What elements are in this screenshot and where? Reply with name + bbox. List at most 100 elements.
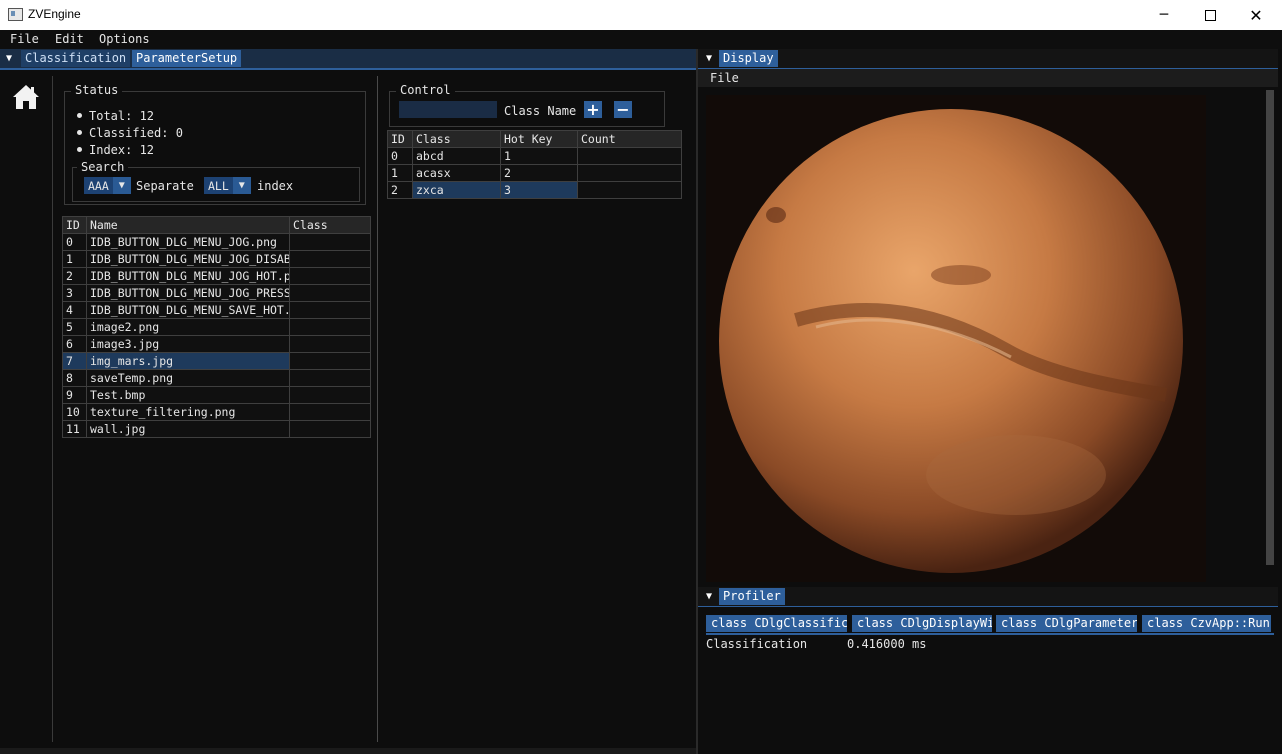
left-column-divider: [52, 76, 53, 742]
cell-class: [289, 250, 371, 268]
maximize-button[interactable]: [1187, 0, 1233, 30]
menu-options[interactable]: Options: [99, 32, 150, 46]
tab-classification[interactable]: Classification: [21, 50, 131, 67]
cell-id: 6: [62, 335, 87, 353]
plus-icon: +: [586, 100, 600, 119]
minimize-button[interactable]: ─: [1141, 0, 1187, 30]
status-classified: Classified: 0: [89, 126, 183, 140]
cell-id: 4: [62, 301, 87, 319]
profiler-tab-parameter[interactable]: class CDlgParameterSetup: [996, 615, 1137, 632]
menu-edit[interactable]: Edit: [55, 32, 84, 46]
table-row[interactable]: 5 image2.png: [62, 318, 371, 336]
table-row[interactable]: 8 saveTemp.png: [62, 369, 371, 387]
bullet: [77, 130, 82, 135]
index-label: index: [257, 179, 294, 193]
menu-file[interactable]: File: [10, 32, 39, 46]
table-row[interactable]: 1 acasx 2: [387, 164, 682, 182]
cell-class: [289, 403, 371, 421]
home-icon[interactable]: [11, 83, 41, 111]
cell-id: 8: [62, 369, 87, 387]
chevron-down-icon: ▼: [112, 177, 131, 194]
add-class-button[interactable]: +: [584, 100, 602, 119]
table-row[interactable]: 9 Test.bmp: [62, 386, 371, 404]
table-row[interactable]: 4 IDB_BUTTON_DLG_MENU_SAVE_HOT.png: [62, 301, 371, 319]
profiler-tabbar: ▼ Profiler: [698, 587, 1278, 607]
tab-parameter-setup[interactable]: ParameterSetup: [132, 50, 242, 67]
class-name-input[interactable]: [399, 101, 497, 118]
profiler-tab-app-run[interactable]: class CzvApp::Run: [1142, 615, 1271, 632]
table-header-row: ID Class Hot Key Count: [387, 130, 682, 148]
column-header-class[interactable]: Class: [412, 130, 501, 148]
column-header-hotkey[interactable]: Hot Key: [500, 130, 578, 148]
app-icon: [8, 8, 23, 21]
cell-name: Test.bmp: [86, 386, 290, 404]
close-button[interactable]: ✕: [1233, 0, 1279, 30]
profiler-tab-display[interactable]: class CDlgDisplayWindow: [852, 615, 992, 632]
cell-name: IDB_BUTTON_DLG_MENU_JOG.png: [86, 233, 290, 251]
cell-class: [289, 369, 371, 387]
cell-class: [289, 284, 371, 302]
column-header-count[interactable]: Count: [577, 130, 682, 148]
cell-name: wall.jpg: [86, 420, 290, 438]
left-tabbar: ▼ Classification ParameterSetup: [0, 49, 696, 70]
remove-class-button[interactable]: −: [614, 100, 632, 119]
table-row[interactable]: 11 wall.jpg: [62, 420, 371, 438]
cell-id: 0: [387, 147, 413, 165]
chevron-down-icon: ▼: [232, 177, 251, 194]
minimize-icon: ─: [1159, 7, 1169, 23]
cell-id: 3: [62, 284, 87, 302]
cell-name: saveTemp.png: [86, 369, 290, 387]
cell-class: zxca: [412, 181, 501, 199]
cell-name: image2.png: [86, 318, 290, 336]
search-combo-2[interactable]: ALL ▼: [204, 177, 251, 194]
collapse-arrow-icon[interactable]: ▼: [3, 49, 15, 68]
table-row[interactable]: 0 abcd 1: [387, 147, 682, 165]
cell-id: 1: [62, 250, 87, 268]
bottom-bar: [0, 748, 696, 754]
table-row[interactable]: 0 IDB_BUTTON_DLG_MENU_JOG.png: [62, 233, 371, 251]
status-index: Index: 12: [89, 143, 155, 157]
class-table: ID Class Hot Key Count 0 abcd 1 1 acasx 2 2z…: [387, 130, 682, 199]
search-combo-1[interactable]: AAA ▼: [84, 177, 131, 194]
tab-profiler[interactable]: Profiler: [719, 588, 785, 605]
cell-name: texture_filtering.png: [86, 403, 290, 421]
table-row[interactable]: 6 image3.jpg: [62, 335, 371, 353]
mars-image: [706, 95, 1206, 582]
status-title: Status: [71, 83, 123, 97]
column-header-id[interactable]: ID: [387, 130, 413, 148]
profiler-tab-classification[interactable]: class CDlgClassification: [706, 615, 847, 632]
cell-name: IDB_BUTTON_DLG_MENU_SAVE_HOT.png: [86, 301, 290, 319]
table-row-selected[interactable]: 2 zxca 3: [387, 181, 682, 199]
table-row[interactable]: 10 texture_filtering.png: [62, 403, 371, 421]
column-header-class[interactable]: Class: [289, 216, 371, 234]
cell-id: 10: [62, 403, 87, 421]
table-row-selected[interactable]: 7 img_mars.jpg: [62, 352, 371, 370]
display-menu-file[interactable]: File: [710, 71, 739, 85]
display-menubar: File: [698, 69, 1278, 87]
menu-bar: File Edit Options: [0, 30, 1282, 49]
cell-id: 7: [62, 352, 87, 370]
class-name-label: Class Name: [504, 104, 577, 118]
separate-label: Separate: [136, 179, 194, 193]
collapse-arrow-icon[interactable]: ▼: [703, 49, 715, 68]
cell-id: 1: [387, 164, 413, 182]
table-row[interactable]: 2 IDB_BUTTON_DLG_MENU_JOG_HOT.png: [62, 267, 371, 285]
display-scrollbar[interactable]: [1266, 90, 1274, 565]
column-splitter[interactable]: [377, 76, 378, 742]
bullet: [77, 147, 82, 152]
cell-count: [577, 164, 682, 182]
title-bar: ZVEngine ─ ✕: [0, 0, 1282, 30]
table-row[interactable]: 1IDB_BUTTON_DLG_MENU_JOG_DISABLE.png: [62, 250, 371, 268]
collapse-arrow-icon[interactable]: ▼: [703, 587, 715, 606]
cell-count: [577, 181, 682, 199]
cell-class: [289, 301, 371, 319]
close-icon: ✕: [1249, 5, 1263, 25]
tab-display[interactable]: Display: [719, 50, 778, 67]
column-header-id[interactable]: ID: [62, 216, 87, 234]
cell-id: 9: [62, 386, 87, 404]
file-table: ID Name Class 0 IDB_BUTTON_DLG_MENU_JOG.p…: [62, 216, 371, 438]
cell-id: 0: [62, 233, 87, 251]
cell-hotkey: 3: [500, 181, 578, 199]
column-header-name[interactable]: Name: [86, 216, 290, 234]
table-row[interactable]: 3IDB_BUTTON_DLG_MENU_JOG_PRESS.png: [62, 284, 371, 302]
